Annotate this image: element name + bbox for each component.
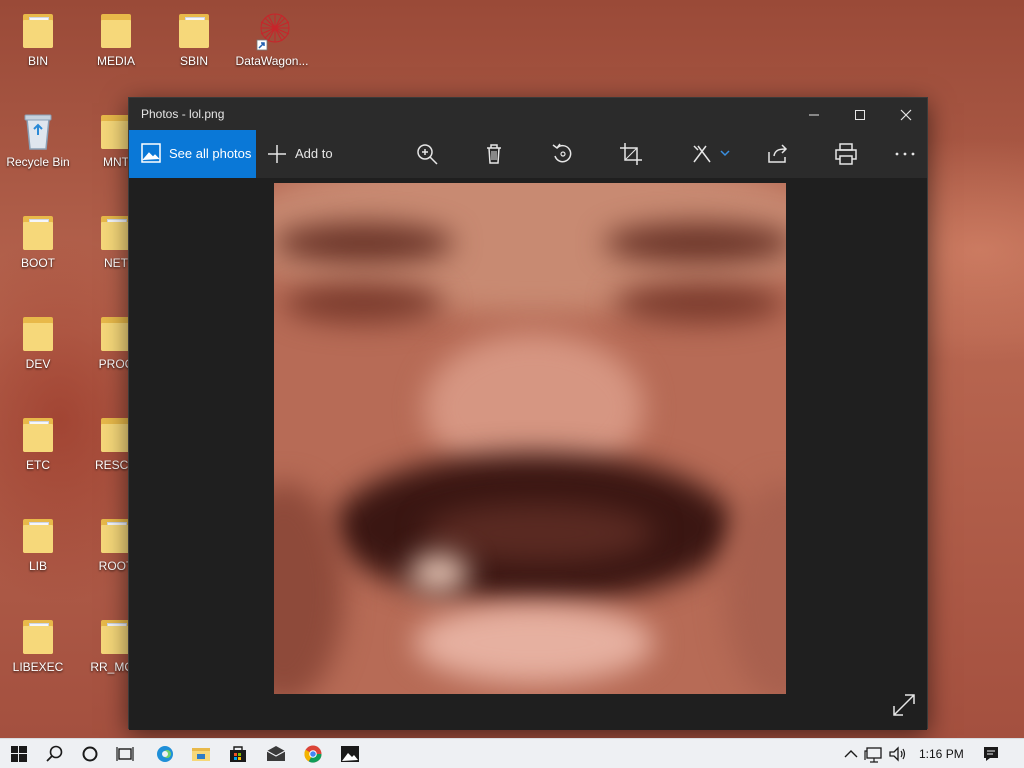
folder-icon (21, 616, 55, 656)
file-explorer-icon[interactable] (188, 742, 214, 766)
desktop-icon-label: BIN (27, 54, 48, 68)
see-all-photos-label: See all photos (169, 146, 252, 161)
see-all-photos-button[interactable]: See all photos (129, 130, 256, 178)
cortana-icon[interactable] (77, 742, 103, 766)
desktop-icon-label: LIBEXEC (12, 660, 64, 674)
print-icon[interactable] (832, 140, 860, 168)
desktop-icon-label: DataWagon... (235, 54, 309, 68)
edit-icon[interactable] (688, 140, 734, 168)
search-icon[interactable] (42, 742, 68, 766)
close-button[interactable] (883, 98, 929, 130)
desktop-icon-label: Recycle Bin (6, 155, 70, 169)
folder-icon (21, 414, 55, 454)
minimize-button[interactable] (791, 98, 837, 130)
desktop-icon-media[interactable]: MEDIA (78, 10, 154, 68)
desktop-icon-label: MEDIA (96, 54, 135, 68)
task-view-icon[interactable] (112, 742, 138, 766)
add-to-label: Add to (295, 146, 333, 161)
recycle-bin-icon (21, 111, 55, 151)
desktop-icon-label: ETC (26, 458, 50, 472)
photos-icon (141, 143, 161, 163)
desktop-icon-libexec[interactable]: LIBEXEC (0, 616, 76, 674)
windows-start-icon[interactable] (6, 742, 32, 766)
folder-icon (21, 10, 55, 50)
desktop-icon-sbin[interactable]: SBIN (156, 10, 232, 68)
delete-icon[interactable] (480, 140, 508, 168)
fullscreen-icon[interactable] (891, 692, 917, 718)
store-icon[interactable] (225, 742, 251, 766)
image-canvas[interactable] (129, 178, 927, 730)
folder-icon (177, 10, 211, 50)
desktop-icon-dev[interactable]: DEV (0, 313, 76, 371)
maximize-button[interactable] (837, 98, 883, 130)
desktop-icon-lib[interactable]: LIB (0, 515, 76, 573)
photos-app-icon[interactable] (337, 742, 363, 766)
toolbar: See all photos Add to (129, 130, 927, 178)
share-icon[interactable] (764, 140, 792, 168)
datawagon-app-icon (255, 10, 290, 51)
volume-icon[interactable] (885, 742, 911, 766)
folder-icon (99, 10, 133, 50)
zoom-in-icon[interactable] (413, 140, 441, 168)
network-icon[interactable] (861, 742, 887, 766)
desktop-icon-label: LIB (28, 559, 47, 573)
desktop-icon-label: BOOT (20, 256, 55, 270)
mail-icon[interactable] (263, 742, 289, 766)
system-clock[interactable]: 1:16 PM (919, 747, 964, 761)
rotate-icon[interactable] (549, 140, 577, 168)
desktop-icon-datawagon[interactable]: DataWagon... (234, 10, 310, 68)
folder-icon (21, 212, 55, 252)
photos-window: Photos - lol.png See all photos Add to (128, 97, 928, 730)
title-bar[interactable]: Photos - lol.png (129, 98, 927, 130)
displayed-photo[interactable] (274, 183, 786, 694)
desktop-icon-boot[interactable]: BOOT (0, 212, 76, 270)
folder-icon (21, 313, 55, 353)
desktop-icon-recycle-bin[interactable]: Recycle Bin (0, 111, 76, 169)
edge-browser-icon[interactable] (152, 742, 178, 766)
desktop-icon-label: DEV (25, 357, 51, 371)
minimize-icon (809, 114, 819, 116)
desktop-icon-label: SBIN (179, 54, 208, 68)
window-title: Photos - lol.png (141, 107, 225, 121)
notification-center-icon[interactable] (978, 742, 1004, 766)
desktop-icon-bin[interactable]: BIN (0, 10, 76, 68)
plus-icon (268, 145, 286, 163)
crop-icon[interactable] (617, 140, 645, 168)
folder-icon (21, 515, 55, 555)
maximize-icon (855, 110, 865, 121)
close-icon (900, 109, 912, 121)
desktop-icon-etc[interactable]: ETC (0, 414, 76, 472)
more-icon[interactable] (891, 140, 919, 168)
chrome-icon[interactable] (300, 742, 326, 766)
taskbar: 1:16 PM (0, 738, 1024, 768)
